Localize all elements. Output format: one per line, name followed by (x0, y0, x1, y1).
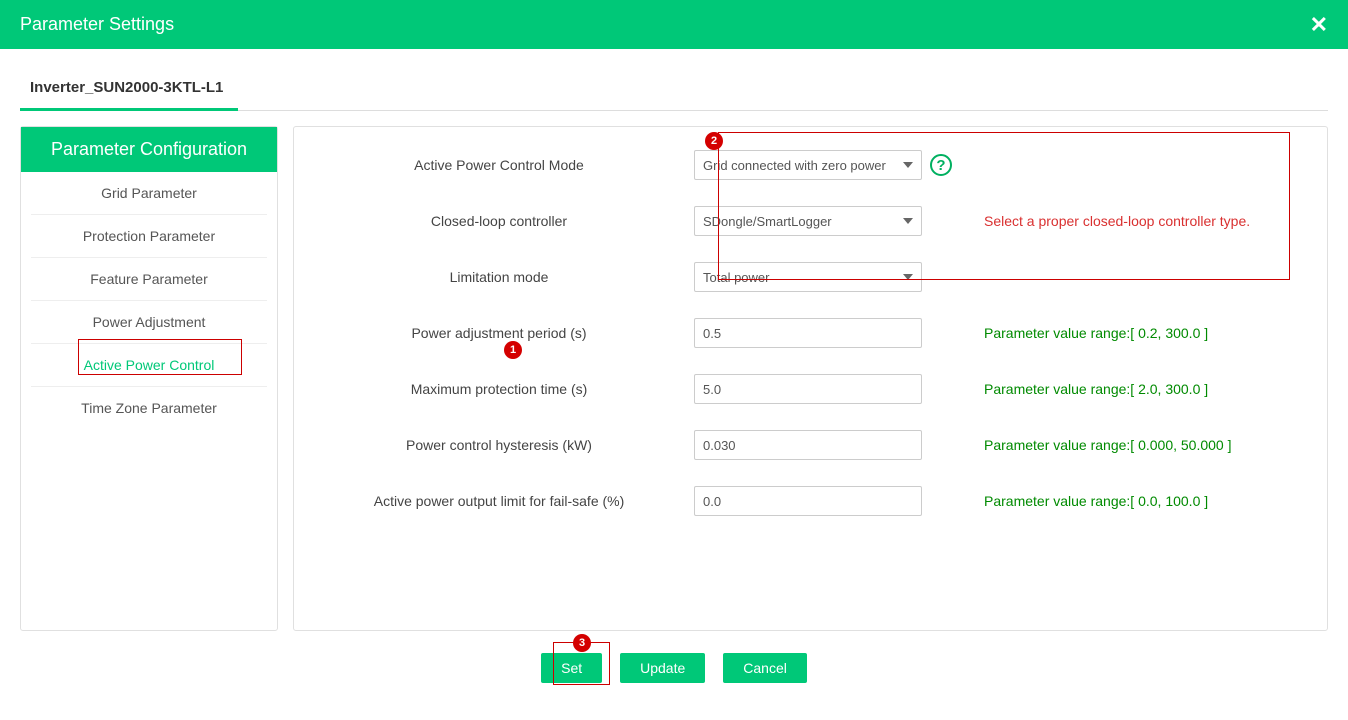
select-lim[interactable]: Total power (694, 262, 922, 292)
update-button[interactable]: Update (620, 653, 705, 683)
close-icon[interactable]: ✕ (1310, 12, 1328, 38)
sidebar-item-active-power-control[interactable]: Active Power Control (31, 343, 267, 386)
input-pap-value: 0.5 (703, 326, 721, 341)
header-title: Parameter Settings (20, 14, 174, 35)
input-apolfs-value: 0.0 (703, 494, 721, 509)
select-clc-value: SDongle/SmartLogger (703, 214, 832, 229)
hint-mpt: Parameter value range:[ 2.0, 300.0 ] (954, 381, 1307, 397)
label-apcm: Active Power Control Mode (304, 157, 694, 173)
input-mpt[interactable]: 5.0 (694, 374, 922, 404)
input-mpt-value: 5.0 (703, 382, 721, 397)
chevron-down-icon (903, 162, 913, 168)
label-mpt: Maximum protection time (s) (304, 381, 694, 397)
set-button[interactable]: Set (541, 653, 602, 683)
chevron-down-icon (903, 218, 913, 224)
tab-inverter[interactable]: Inverter_SUN2000-3KTL-L1 (20, 69, 238, 111)
input-pch-value: 0.030 (703, 438, 736, 453)
input-pch[interactable]: 0.030 (694, 430, 922, 460)
row-limitation-mode: Limitation mode Total power (304, 249, 1307, 305)
button-row: Set Update Cancel (0, 653, 1348, 683)
sidebar-item-grid-parameter[interactable]: Grid Parameter (31, 172, 267, 214)
row-active-power-output-limit-failsafe: Active power output limit for fail-safe … (304, 473, 1307, 529)
input-pap[interactable]: 0.5 (694, 318, 922, 348)
row-maximum-protection-time: Maximum protection time (s) 5.0 Paramete… (304, 361, 1307, 417)
label-lim: Limitation mode (304, 269, 694, 285)
row-power-adjustment-period: Power adjustment period (s) 0.5 Paramete… (304, 305, 1307, 361)
sidebar-item-protection-parameter[interactable]: Protection Parameter (31, 214, 267, 257)
sidebar-item-feature-parameter[interactable]: Feature Parameter (31, 257, 267, 300)
sidebar: Parameter Configuration Grid Parameter P… (20, 126, 278, 631)
row-closed-loop-controller: Closed-loop controller SDongle/SmartLogg… (304, 193, 1307, 249)
select-apcm-value: Grid connected with zero power (703, 158, 886, 173)
input-apolfs[interactable]: 0.0 (694, 486, 922, 516)
select-clc[interactable]: SDongle/SmartLogger (694, 206, 922, 236)
header-bar: Parameter Settings ✕ (0, 0, 1348, 49)
sidebar-item-power-adjustment[interactable]: Power Adjustment (31, 300, 267, 343)
help-icon[interactable]: ? (930, 154, 952, 176)
label-apolfs: Active power output limit for fail-safe … (304, 493, 694, 509)
hint-clc: Select a proper closed-loop controller t… (954, 213, 1307, 229)
hint-pap: Parameter value range:[ 0.2, 300.0 ] (954, 325, 1307, 341)
tab-bar: Inverter_SUN2000-3KTL-L1 (20, 69, 1328, 111)
hint-apolfs: Parameter value range:[ 0.0, 100.0 ] (954, 493, 1307, 509)
annotation-badge-2: 2 (705, 132, 723, 150)
select-apcm[interactable]: Grid connected with zero power (694, 150, 922, 180)
sidebar-item-time-zone-parameter[interactable]: Time Zone Parameter (31, 386, 267, 429)
annotation-badge-1: 1 (504, 341, 522, 359)
label-clc: Closed-loop controller (304, 213, 694, 229)
hint-pch: Parameter value range:[ 0.000, 50.000 ] (954, 437, 1307, 453)
row-power-control-hysteresis: Power control hysteresis (kW) 0.030 Para… (304, 417, 1307, 473)
chevron-down-icon (903, 274, 913, 280)
sidebar-header: Parameter Configuration (21, 127, 277, 172)
label-pap: Power adjustment period (s) (304, 325, 694, 341)
row-active-power-control-mode: Active Power Control Mode Grid connected… (304, 137, 1307, 193)
main-panel: Active Power Control Mode Grid connected… (293, 126, 1328, 631)
annotation-badge-3: 3 (573, 634, 591, 652)
label-pch: Power control hysteresis (kW) (304, 437, 694, 453)
cancel-button[interactable]: Cancel (723, 653, 807, 683)
select-lim-value: Total power (703, 270, 769, 285)
